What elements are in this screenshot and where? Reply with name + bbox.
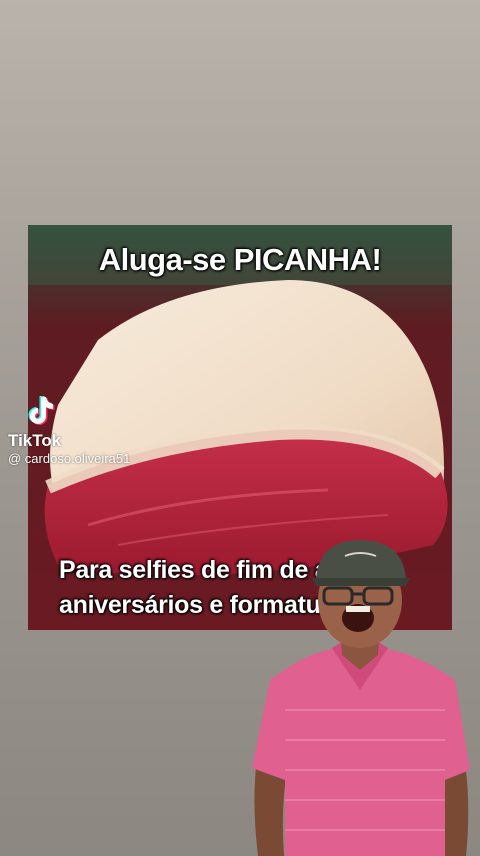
top-caption: Aluga-se PICANHA! — [98, 242, 382, 277]
tiktok-logo-icon — [28, 396, 55, 425]
laughing-man-image — [252, 540, 470, 856]
tiktok-username: @ cardoso.oliveira51 — [8, 451, 131, 466]
tiktok-brand: TikTok — [8, 431, 62, 450]
